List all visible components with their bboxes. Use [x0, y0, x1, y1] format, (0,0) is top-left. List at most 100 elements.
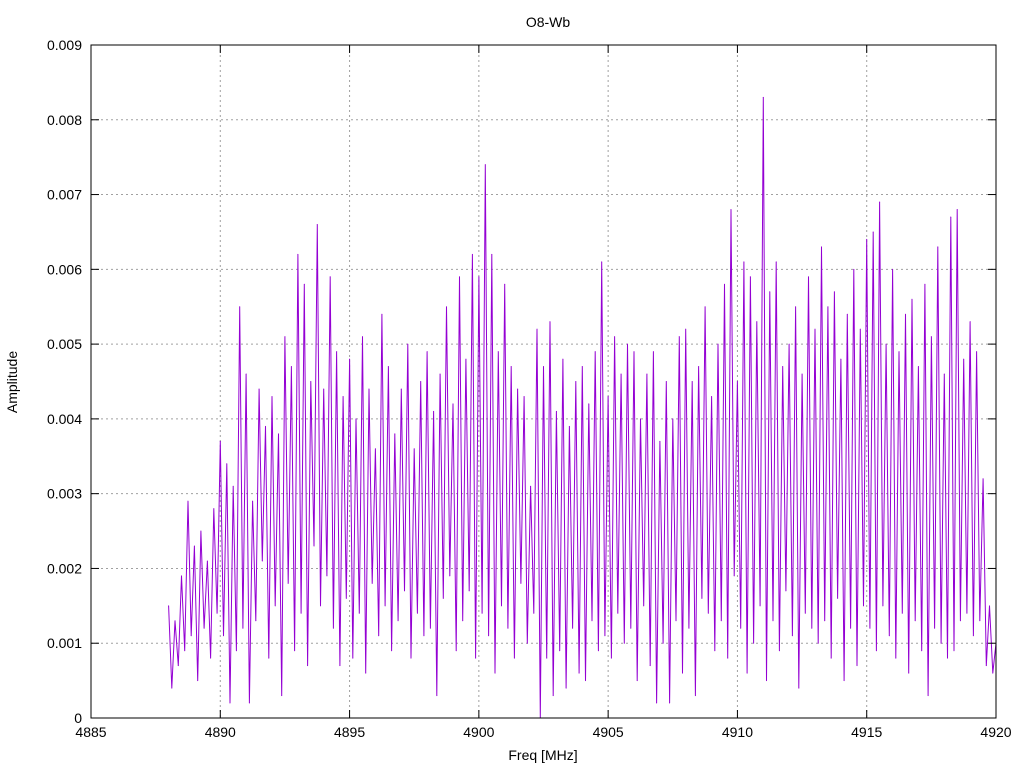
data-point	[623, 642, 625, 644]
data-point	[982, 478, 984, 480]
data-point	[362, 336, 363, 338]
data-point	[416, 612, 418, 614]
data-point	[284, 336, 286, 338]
data-point	[197, 680, 199, 682]
data-point	[610, 657, 612, 659]
data-point	[562, 358, 564, 360]
data-point	[769, 291, 771, 293]
data-point	[727, 657, 729, 659]
x-tick-label: 4890	[205, 724, 236, 740]
data-point	[795, 306, 797, 308]
data-point	[307, 665, 309, 667]
data-point	[452, 403, 454, 405]
data-point	[785, 590, 787, 592]
data-point	[232, 485, 234, 487]
data-point	[420, 381, 422, 382]
data-point	[620, 373, 622, 375]
data-point	[688, 627, 690, 629]
chart-title: O8-Wb	[526, 14, 571, 30]
data-point	[588, 403, 590, 405]
data-point	[607, 395, 609, 397]
data-point	[171, 687, 173, 689]
data-point	[875, 650, 877, 652]
data-point	[565, 687, 567, 689]
data-point	[552, 695, 554, 697]
y-tick-label: 0.004	[47, 411, 82, 427]
data-point	[976, 351, 978, 353]
data-point	[646, 373, 648, 375]
data-point	[287, 582, 289, 584]
data-point	[801, 373, 803, 375]
data-point	[378, 635, 380, 637]
data-point	[704, 306, 706, 308]
data-point	[578, 672, 580, 674]
data-point	[956, 209, 958, 211]
data-point	[203, 627, 205, 629]
data-point	[329, 276, 331, 278]
data-point	[530, 485, 532, 487]
data-point	[394, 433, 396, 435]
data-point	[940, 642, 942, 644]
data-point	[811, 627, 813, 629]
data-point	[659, 440, 661, 442]
data-point	[323, 388, 325, 390]
data-point	[817, 642, 819, 644]
data-point	[672, 418, 674, 420]
x-tick-label: 4915	[851, 724, 882, 740]
data-point	[433, 410, 435, 412]
data-point	[410, 657, 412, 659]
data-point	[662, 642, 664, 644]
data-point	[917, 366, 919, 368]
data-point	[885, 343, 887, 345]
data-point	[627, 343, 629, 345]
data-point	[252, 500, 254, 502]
data-point	[840, 358, 842, 360]
data-point	[449, 575, 451, 577]
data-point	[332, 627, 334, 629]
data-point	[652, 351, 654, 353]
data-point	[694, 695, 696, 697]
data-point	[468, 590, 470, 592]
data-point	[193, 545, 195, 547]
data-point	[216, 612, 218, 614]
data-point	[927, 695, 929, 697]
data-point	[581, 366, 583, 368]
data-point	[888, 635, 890, 637]
y-tick-label: 0.006	[47, 261, 82, 277]
y-tick-label: 0.009	[47, 37, 82, 53]
data-point	[497, 351, 499, 353]
data-point	[277, 433, 279, 435]
data-point	[559, 650, 561, 652]
data-point	[200, 530, 202, 532]
data-point	[316, 223, 318, 225]
data-point	[914, 620, 916, 622]
data-point	[187, 500, 189, 502]
y-tick-label: 0.002	[47, 560, 82, 576]
data-point	[181, 575, 182, 577]
data-point	[856, 665, 858, 667]
data-point	[720, 620, 722, 622]
data-point	[426, 351, 428, 353]
data-point	[572, 627, 574, 629]
data-point	[669, 702, 671, 704]
data-point	[950, 216, 952, 218]
data-point	[229, 702, 231, 704]
data-point	[930, 336, 932, 338]
data-point	[665, 381, 667, 382]
data-point	[190, 635, 192, 637]
data-point	[319, 605, 321, 607]
data-point	[724, 283, 725, 285]
data-point	[546, 657, 548, 659]
data-point	[245, 373, 247, 375]
data-point	[242, 627, 244, 629]
data-point	[248, 702, 250, 704]
data-point	[959, 620, 961, 622]
data-point	[549, 321, 551, 323]
x-tick-labels: 4885 4890 4895 4900 4905 4910 4915 4920	[75, 724, 1011, 740]
data-point	[639, 418, 641, 420]
data-point	[633, 351, 635, 353]
data-point	[820, 246, 822, 248]
data-point	[575, 381, 577, 382]
data-point	[604, 635, 606, 637]
data-point	[174, 620, 176, 622]
